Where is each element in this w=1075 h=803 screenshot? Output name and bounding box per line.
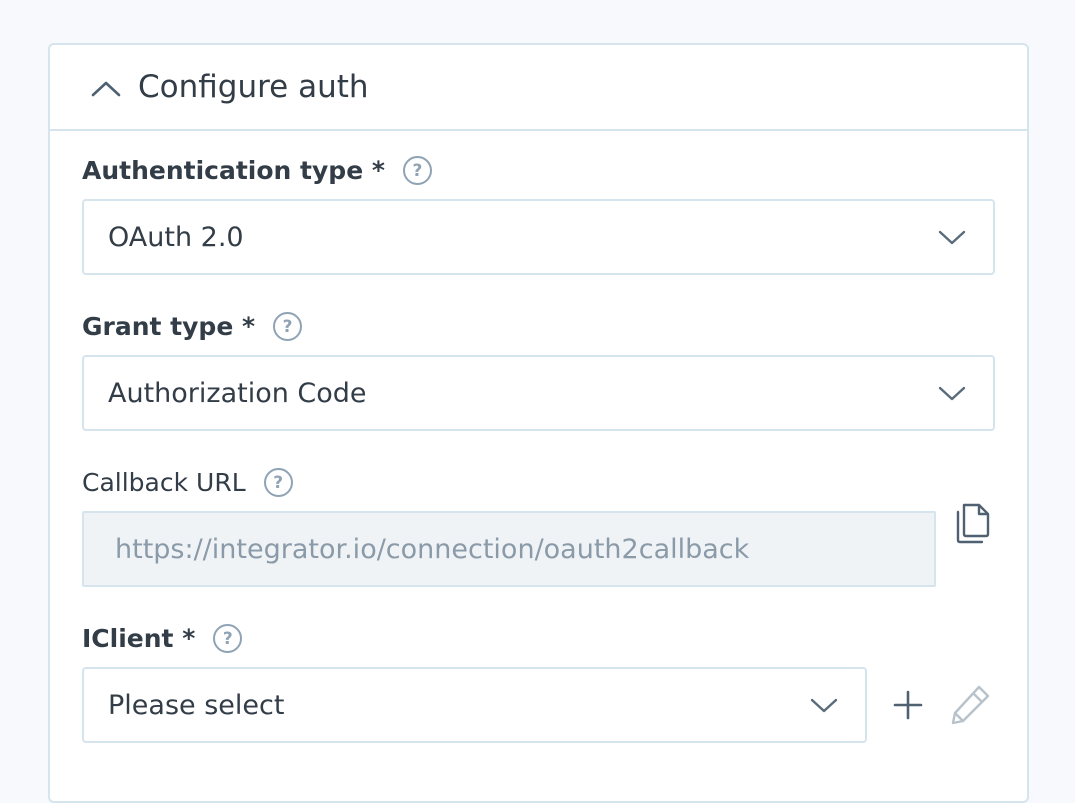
panel-title: Configure auth xyxy=(138,69,369,105)
copy-icon xyxy=(952,500,992,544)
auth-type-label-text: Authentication type * xyxy=(82,156,385,185)
grant-type-label: Grant type * ? xyxy=(82,312,302,341)
edit-iclient-button[interactable] xyxy=(946,679,996,729)
grant-type-value: Authorization Code xyxy=(108,378,367,409)
chevron-up-icon[interactable] xyxy=(90,78,122,98)
auth-type-label: Authentication type * ? xyxy=(82,156,432,185)
callback-url-value: https://integrator.io/connection/oauth2c… xyxy=(115,534,749,565)
iclient-label-text: IClient * xyxy=(82,624,195,653)
help-icon[interactable]: ? xyxy=(264,468,293,497)
auth-type-select[interactable]: OAuth 2.0 xyxy=(82,199,995,275)
copy-button[interactable] xyxy=(948,497,996,547)
plus-icon xyxy=(892,689,924,721)
chevron-down-icon xyxy=(937,383,967,403)
auth-type-value: OAuth 2.0 xyxy=(108,222,244,253)
callback-url-label-text: Callback URL xyxy=(82,468,246,497)
callback-url-label: Callback URL ? xyxy=(82,468,293,497)
grant-type-label-text: Grant type * xyxy=(82,312,255,341)
iclient-label: IClient * ? xyxy=(82,624,242,653)
callback-url-field[interactable]: https://integrator.io/connection/oauth2c… xyxy=(82,511,936,587)
chevron-down-icon xyxy=(809,695,839,715)
configure-auth-panel: Configure auth Authentication type * ? O… xyxy=(48,43,1029,803)
grant-type-select[interactable]: Authorization Code xyxy=(82,355,995,431)
iclient-select[interactable]: Please select xyxy=(82,667,867,743)
chevron-down-icon xyxy=(937,227,967,247)
iclient-placeholder: Please select xyxy=(108,690,284,721)
panel-header[interactable]: Configure auth xyxy=(50,45,1027,131)
pencil-icon xyxy=(949,682,993,726)
help-icon[interactable]: ? xyxy=(273,312,302,341)
help-icon[interactable]: ? xyxy=(403,156,432,185)
help-icon[interactable]: ? xyxy=(213,624,242,653)
add-iclient-button[interactable] xyxy=(886,683,930,727)
